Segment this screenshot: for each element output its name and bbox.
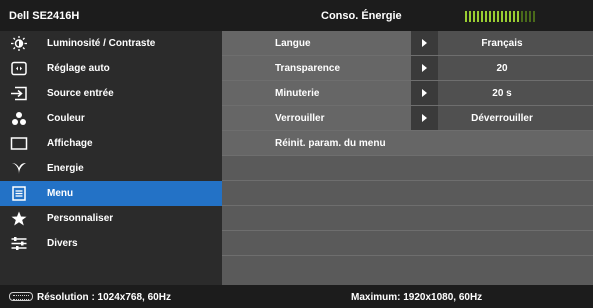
sidebar-item-label: Réglage auto — [47, 63, 110, 74]
setting-value: Français — [411, 31, 593, 55]
sidebar-item-energy[interactable]: Energie — [0, 156, 222, 181]
sidebar-item-others[interactable]: Divers — [0, 231, 222, 256]
setting-label: Transparence — [275, 63, 341, 74]
meter-segment — [521, 11, 523, 22]
sidebar-item-menu[interactable]: Menu — [0, 181, 222, 206]
osd-footer: Résolution : 1024x768, 60Hz Maximum: 192… — [0, 285, 593, 308]
setting-label: Minuterie — [275, 88, 320, 99]
setting-value: 20 — [411, 56, 593, 80]
setting-value-text: Français — [481, 38, 523, 49]
setting-row-lock[interactable]: Verrouiller Déverrouiller — [222, 106, 593, 131]
setting-value-text: Déverrouiller — [471, 113, 533, 124]
energy-icon — [10, 161, 28, 176]
meter-segment — [497, 11, 499, 22]
chevron-right-icon — [422, 39, 427, 47]
meter-segment — [469, 11, 471, 22]
meter-segment — [513, 11, 515, 22]
sidebar-item-brightness-contrast[interactable]: Luminosité / Contraste — [0, 31, 222, 56]
menu-settings-panel: Langue Français Transparence 20 Minuteri… — [222, 31, 593, 285]
meter-segment — [501, 11, 503, 22]
sidebar-item-label: Source entrée — [47, 88, 114, 99]
sidebar-item-personalize[interactable]: Personnaliser — [0, 206, 222, 231]
setting-row-transparency[interactable]: Transparence 20 — [222, 56, 593, 81]
sidebar-item-label: Menu — [47, 188, 74, 199]
sidebar-item-auto-adjust[interactable]: Réglage auto — [0, 56, 222, 81]
chevron-right-icon — [422, 64, 427, 72]
display-icon — [10, 136, 28, 151]
maximum-resolution: Maximum: 1920x1080, 60Hz — [351, 292, 483, 303]
setting-row-menu-reset[interactable]: Réinit. param. du menu — [222, 131, 593, 156]
meter-segment — [485, 11, 487, 22]
meter-segment — [489, 11, 491, 22]
empty-row — [222, 206, 593, 231]
others-icon — [10, 236, 28, 251]
meter-segment — [465, 11, 467, 22]
sidebar-item-color[interactable]: Couleur — [0, 106, 222, 131]
chevron-right-icon — [422, 89, 427, 97]
osd-header: Dell SE2416H Conso. Énergie — [0, 0, 593, 31]
meter-segment — [517, 11, 519, 22]
chevron-right-icon — [422, 114, 427, 122]
vga-connector-icon — [9, 292, 33, 301]
monitor-osd: Dell SE2416H Conso. Énergie Luminosité /… — [0, 0, 593, 308]
brightness-icon — [10, 36, 28, 51]
monitor-model: Dell SE2416H — [9, 10, 80, 22]
sidebar-item-input-source[interactable]: Source entrée — [0, 81, 222, 106]
meter-segment — [509, 11, 511, 22]
color-icon — [10, 111, 28, 126]
sidebar-item-display[interactable]: Affichage — [0, 131, 222, 156]
empty-row — [222, 231, 593, 256]
setting-row-timer[interactable]: Minuterie 20 s — [222, 81, 593, 106]
empty-row — [222, 181, 593, 206]
setting-label: Réinit. param. du menu — [275, 138, 386, 149]
setting-row-language[interactable]: Langue Français — [222, 31, 593, 56]
empty-row — [222, 156, 593, 181]
sidebar-item-label: Divers — [47, 238, 78, 249]
auto-adjust-icon — [10, 61, 28, 76]
current-resolution: Résolution : 1024x768, 60Hz — [37, 292, 171, 303]
meter-segment — [525, 11, 527, 22]
meter-segment — [505, 11, 507, 22]
meter-segment — [493, 11, 495, 22]
meter-segment — [529, 11, 531, 22]
meter-segment — [477, 11, 479, 22]
menu-icon — [10, 186, 28, 201]
sidebar-item-label: Energie — [47, 163, 84, 174]
setting-label: Verrouiller — [275, 113, 325, 124]
input-source-icon — [10, 86, 28, 101]
osd-sidebar: Luminosité / Contraste Réglage auto Sour… — [0, 31, 222, 285]
meter-segment — [533, 11, 535, 22]
meter-segment — [473, 11, 475, 22]
empty-row — [222, 256, 593, 281]
sidebar-item-label: Personnaliser — [47, 213, 114, 224]
setting-value: Déverrouiller — [411, 106, 593, 130]
star-icon — [10, 211, 28, 226]
energy-use-meter — [465, 11, 535, 22]
sidebar-item-label: Couleur — [47, 113, 85, 124]
meter-segment — [481, 11, 483, 22]
sidebar-item-label: Luminosité / Contraste — [47, 38, 156, 49]
sidebar-item-label: Affichage — [47, 138, 93, 149]
energy-use-label: Conso. Énergie — [321, 10, 402, 22]
setting-value-text: 20 — [496, 63, 508, 74]
setting-value: 20 s — [411, 81, 593, 105]
setting-value-text: 20 s — [492, 88, 512, 99]
setting-label: Langue — [275, 38, 311, 49]
